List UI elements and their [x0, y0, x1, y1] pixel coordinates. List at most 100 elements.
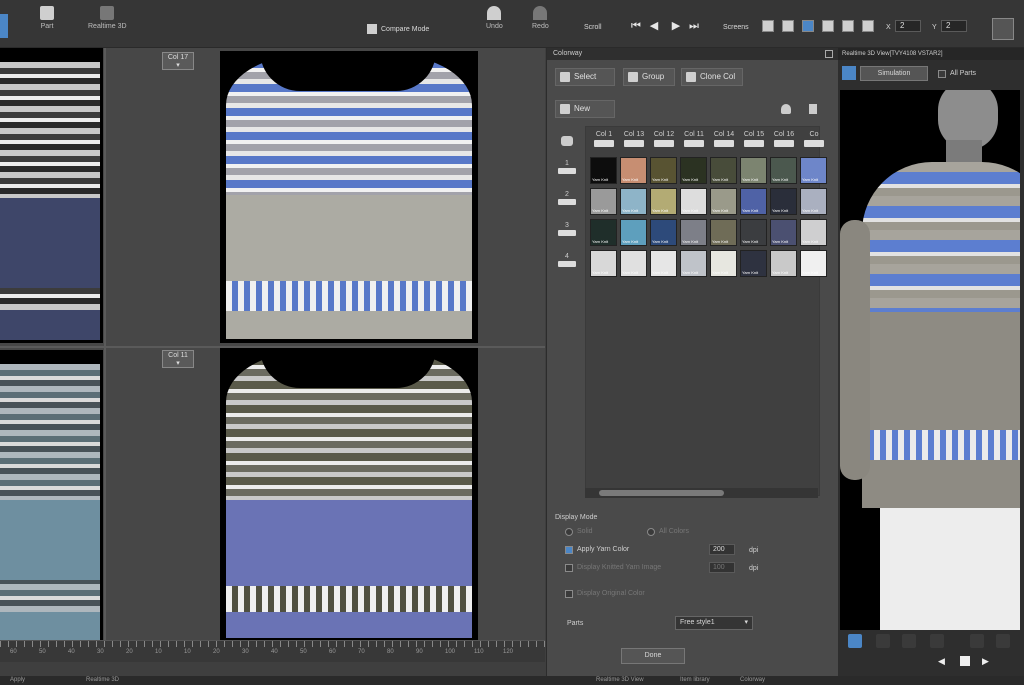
- compare-mode-button[interactable]: Compare Mode: [367, 24, 429, 34]
- shirt-icon[interactable]: [848, 634, 862, 648]
- screen-layout-6-icon[interactable]: [822, 20, 834, 32]
- color-swatch[interactable]: Yarn Knit: [620, 250, 647, 277]
- column-dropdown[interactable]: [804, 140, 824, 147]
- column-dropdown[interactable]: [684, 140, 704, 147]
- fill-icon[interactable]: [781, 104, 791, 114]
- apply-yarn-checkbox[interactable]: [565, 546, 573, 554]
- piece-bottom-left[interactable]: [0, 350, 103, 642]
- row-label[interactable]: 4: [557, 253, 577, 267]
- colorway-column-header[interactable]: Col 1: [590, 131, 618, 147]
- column-dropdown[interactable]: [744, 140, 764, 147]
- color-swatch[interactable]: Yarn Knit: [800, 188, 827, 215]
- last-icon[interactable]: ⏭: [688, 20, 700, 32]
- pin-icon[interactable]: [930, 634, 944, 648]
- color-swatch[interactable]: Yarn Knit: [620, 157, 647, 184]
- color-swatch[interactable]: Yarn Knit: [800, 219, 827, 246]
- color-swatch[interactable]: Yarn Knit: [650, 188, 677, 215]
- part-button[interactable]: Part: [40, 6, 54, 30]
- color-swatch[interactable]: Yarn Knit: [740, 188, 767, 215]
- done-button[interactable]: Done: [621, 648, 685, 664]
- color-swatch[interactable]: Yarn Knit: [590, 157, 617, 184]
- select-button[interactable]: Select: [555, 68, 615, 86]
- 3d-viewport[interactable]: [840, 90, 1020, 630]
- all-parts-checkbox[interactable]: [938, 70, 946, 78]
- color-swatch[interactable]: Yarn Knit: [740, 219, 767, 246]
- color-swatch[interactable]: Yarn Knit: [770, 157, 797, 184]
- tab-realtime-3d-view[interactable]: Realtime 3D View: [596, 676, 644, 685]
- color-swatch[interactable]: Yarn Knit: [590, 188, 617, 215]
- column-dropdown[interactable]: [774, 140, 794, 147]
- horizontal-scrollbar[interactable]: [585, 488, 818, 498]
- first-icon[interactable]: ⏮: [630, 20, 642, 32]
- color-swatch[interactable]: Yarn Knit: [710, 157, 737, 184]
- display-knitted-dpi-input[interactable]: 100: [709, 562, 735, 573]
- color-swatch[interactable]: Yarn Knit: [770, 188, 797, 215]
- color-swatch[interactable]: Yarn Knit: [620, 188, 647, 215]
- screen-layout-9-icon[interactable]: [862, 20, 874, 32]
- color-swatch[interactable]: Yarn Knit: [800, 250, 827, 277]
- undo-button[interactable]: Undo: [486, 6, 503, 30]
- colorway-column-header[interactable]: Co: [800, 131, 828, 147]
- stop-icon[interactable]: [960, 656, 970, 666]
- new-button[interactable]: New: [555, 100, 615, 118]
- redo-button[interactable]: Redo: [532, 6, 549, 30]
- color-swatch[interactable]: Yarn Knit: [590, 250, 617, 277]
- colorway-column-header[interactable]: Col 16: [770, 131, 798, 147]
- apply-yarn-dpi-input[interactable]: 200: [709, 544, 735, 555]
- color-swatch[interactable]: Yarn Knit: [710, 250, 737, 277]
- play-back-icon[interactable]: ◀: [938, 656, 948, 666]
- column-dropdown[interactable]: [714, 140, 734, 147]
- next-icon[interactable]: ▶: [670, 20, 682, 32]
- screen-layout-8-icon[interactable]: [842, 20, 854, 32]
- piece-top-left[interactable]: [0, 48, 103, 343]
- piece-top-right[interactable]: [220, 51, 478, 343]
- delete-icon[interactable]: [809, 104, 817, 114]
- screen-layout-1-icon[interactable]: [762, 20, 774, 32]
- color-swatch[interactable]: Yarn Knit: [740, 250, 767, 277]
- col-selector-bottom[interactable]: Col 11 ▾: [162, 350, 194, 368]
- solid-radio[interactable]: [565, 528, 573, 536]
- avatar-icon[interactable]: [970, 634, 984, 648]
- clone-col-button[interactable]: Clone Col: [681, 68, 743, 86]
- row-dropdown[interactable]: [558, 230, 576, 236]
- display-original-checkbox[interactable]: [565, 590, 573, 598]
- tab-colorway[interactable]: Colorway: [740, 676, 765, 685]
- all-colors-radio[interactable]: [647, 528, 655, 536]
- row-label[interactable]: 2: [557, 191, 577, 205]
- simulation-button[interactable]: Simulation: [860, 66, 928, 81]
- pointer-icon[interactable]: [876, 634, 890, 648]
- x-spinner[interactable]: 2: [895, 20, 921, 32]
- color-swatch[interactable]: Yarn Knit: [770, 250, 797, 277]
- column-dropdown[interactable]: [654, 140, 674, 147]
- lock-icon[interactable]: [902, 634, 916, 648]
- row-dropdown[interactable]: [558, 199, 576, 205]
- color-swatch[interactable]: Yarn Knit: [650, 157, 677, 184]
- tab-item-library[interactable]: Item library: [680, 676, 710, 685]
- figure-icon[interactable]: [996, 634, 1010, 648]
- color-swatch[interactable]: Yarn Knit: [770, 219, 797, 246]
- link-icon[interactable]: [561, 136, 573, 146]
- colorway-column-header[interactable]: Col 15: [740, 131, 768, 147]
- color-swatch[interactable]: Yarn Knit: [650, 219, 677, 246]
- color-swatch[interactable]: Yarn Knit: [590, 219, 617, 246]
- color-swatch[interactable]: Yarn Knit: [800, 157, 827, 184]
- screen-layout-4-icon[interactable]: [802, 20, 814, 32]
- mode-tab-indicator[interactable]: [0, 14, 8, 38]
- colorway-column-header[interactable]: Col 11: [680, 131, 708, 147]
- color-swatch[interactable]: Yarn Knit: [650, 250, 677, 277]
- colorway-column-header[interactable]: Col 12: [650, 131, 678, 147]
- screen-layout-2-icon[interactable]: [782, 20, 794, 32]
- color-swatch[interactable]: Yarn Knit: [680, 188, 707, 215]
- color-swatch[interactable]: Yarn Knit: [710, 188, 737, 215]
- parts-dropdown[interactable]: Free style1 ▾: [675, 616, 753, 630]
- colorway-column-header[interactable]: Col 14: [710, 131, 738, 147]
- scroll-thumb[interactable]: [599, 490, 724, 496]
- row-label[interactable]: 1: [557, 160, 577, 174]
- row-label[interactable]: 3: [557, 222, 577, 236]
- color-swatch[interactable]: Yarn Knit: [740, 157, 767, 184]
- group-button[interactable]: Group: [623, 68, 675, 86]
- y-spinner[interactable]: 2: [941, 20, 967, 32]
- window-icon[interactable]: [992, 18, 1014, 40]
- pattern-canvas[interactable]: Col 17 ▾ Col 11 ▾: [0, 48, 545, 660]
- color-swatch[interactable]: Yarn Knit: [680, 219, 707, 246]
